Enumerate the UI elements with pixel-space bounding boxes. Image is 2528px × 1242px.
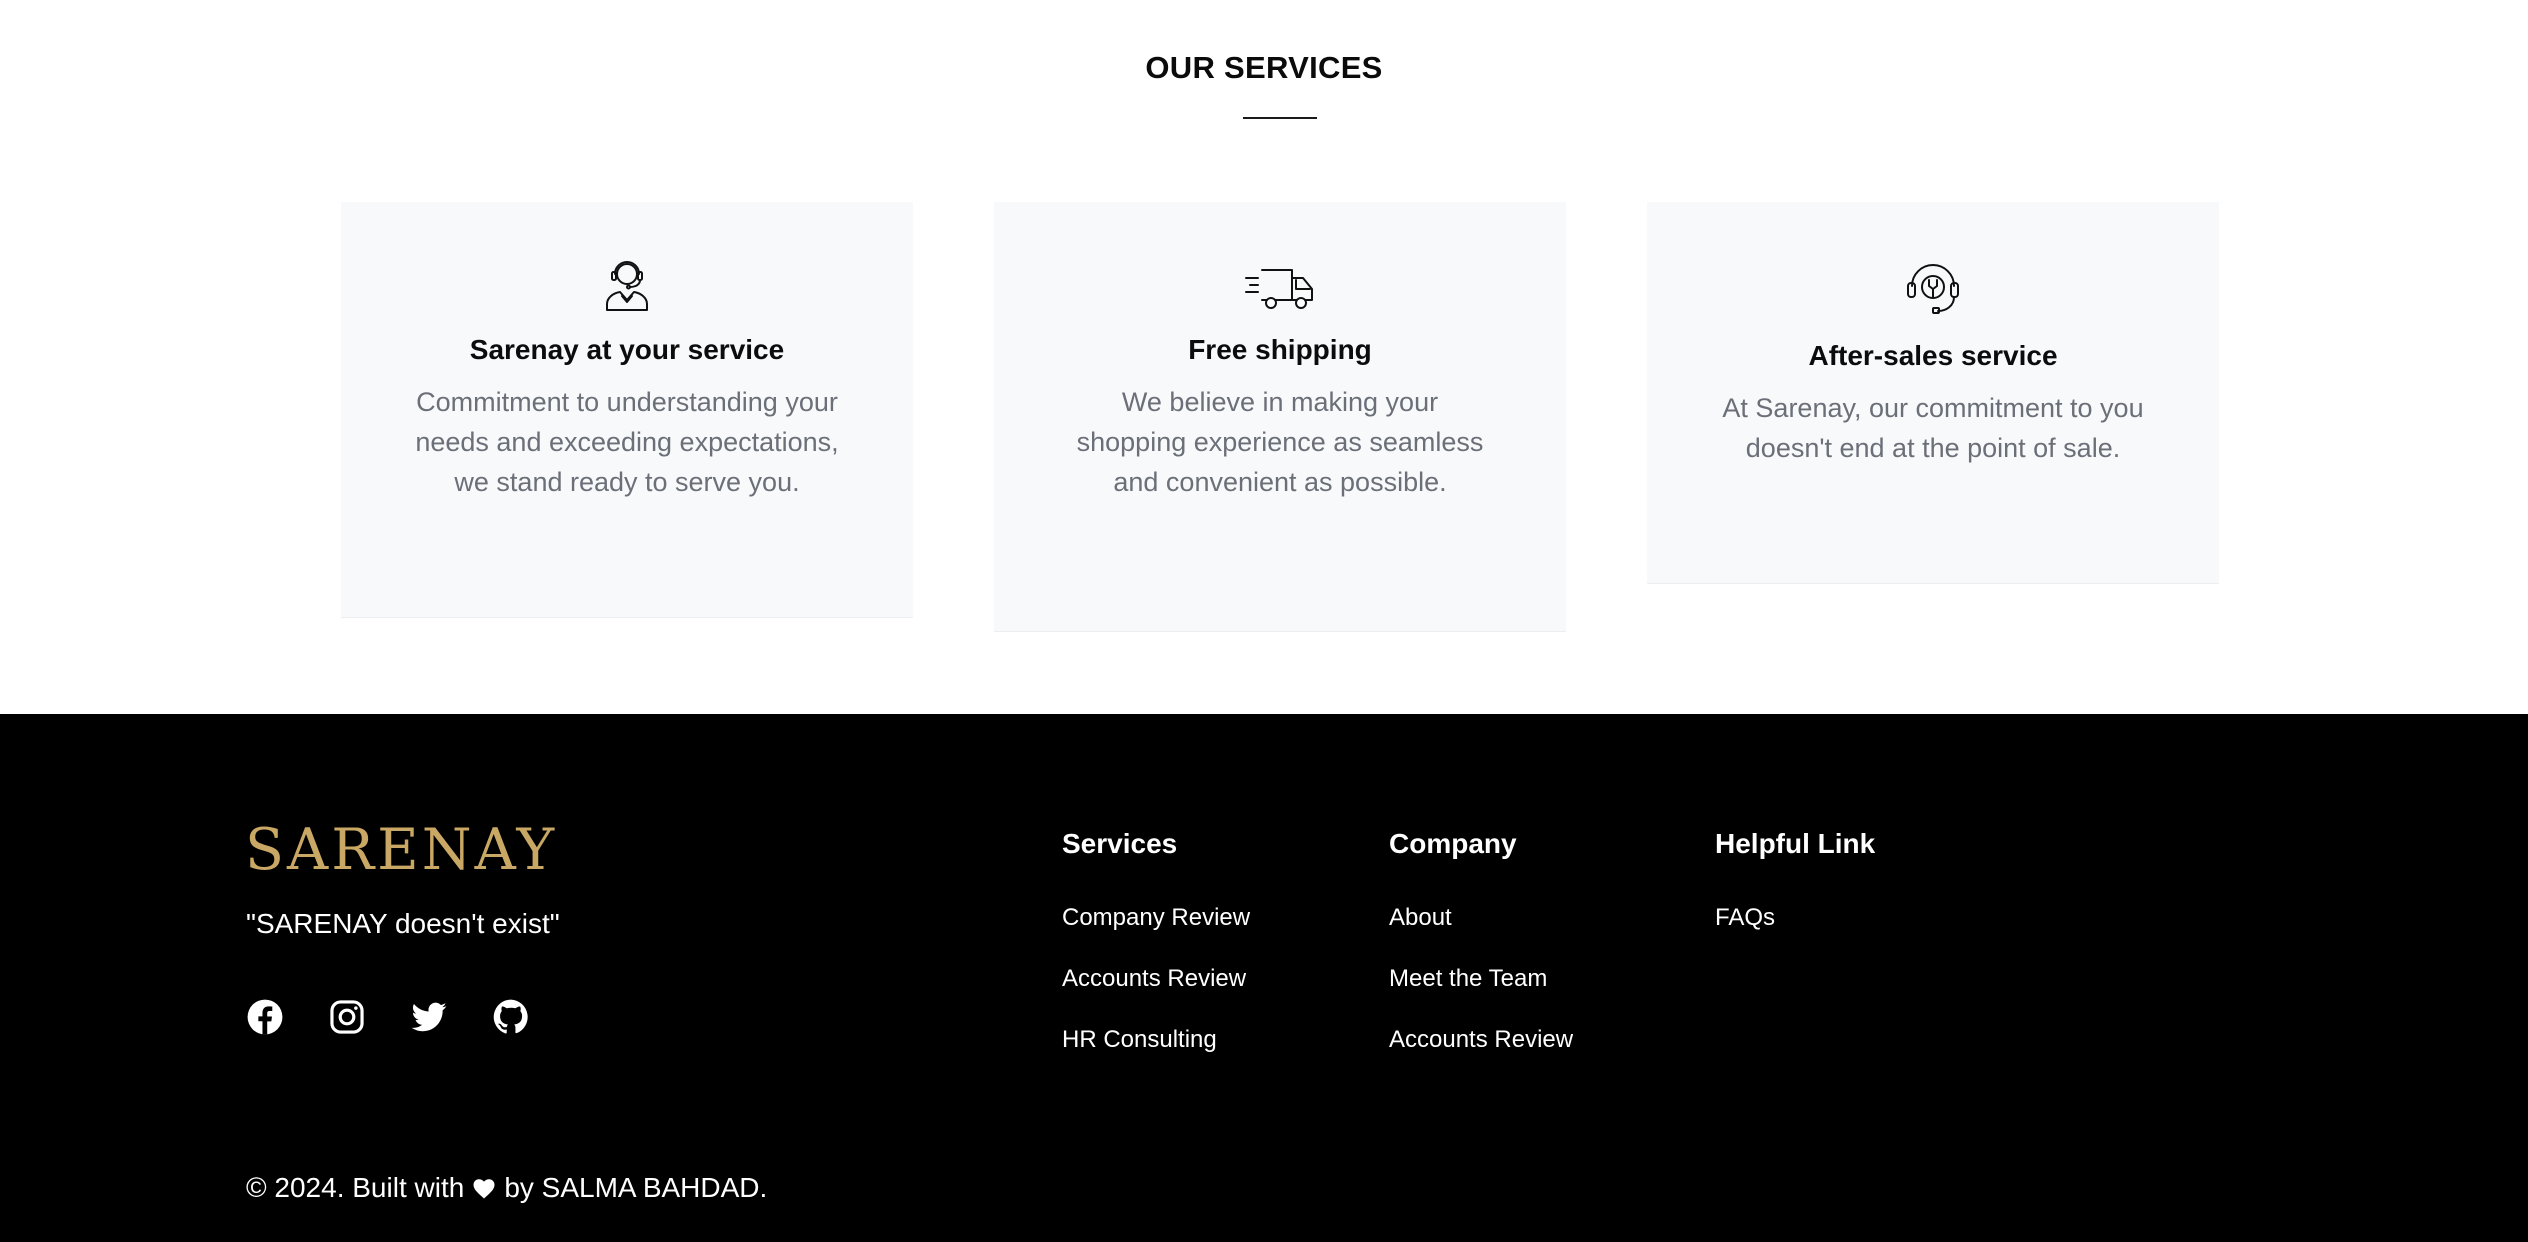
github-icon[interactable] [492, 998, 530, 1036]
heart-icon [473, 1179, 495, 1199]
footer-column-helpful-link: Helpful Link FAQs [1715, 828, 1875, 965]
footer-link-accounts-review[interactable]: Accounts Review [1062, 965, 1246, 992]
footer-column-company: Company About Meet the Team Accounts Rev… [1389, 828, 1573, 1087]
service-card-support: Sarenay at your service Commitment to un… [341, 202, 913, 618]
site-footer: SARENAY "SARENAY doesn't exist" Services… [0, 714, 2528, 1242]
footer-link-faqs[interactable]: FAQs [1715, 904, 1775, 931]
service-card-text: At Sarenay, our commitment to you doesn'… [1722, 393, 2144, 463]
footer-link-meet-the-team[interactable]: Meet the Team [1389, 965, 1547, 992]
footer-column-title: Company [1389, 828, 1517, 859]
title-underline [1243, 117, 1317, 119]
facebook-icon[interactable] [246, 998, 284, 1036]
headset-wrench-icon [1907, 264, 1959, 314]
service-card-title: After-sales service [1808, 340, 2058, 371]
footer-link-hr-consulting[interactable]: HR Consulting [1062, 1026, 1217, 1053]
footer-tagline: "SARENAY doesn't exist" [246, 908, 560, 939]
footer-link-accounts-review[interactable]: Accounts Review [1389, 1026, 1573, 1053]
social-links [246, 998, 530, 1036]
service-card-text: Commitment to understanding your needs a… [415, 387, 839, 497]
footer-link-company-review[interactable]: Company Review [1062, 904, 1250, 931]
service-card-after-sales: After-sales service At Sarenay, our comm… [1647, 202, 2219, 584]
footer-column-title: Helpful Link [1715, 828, 1876, 859]
footer-link-about[interactable]: About [1389, 904, 1452, 931]
twitter-icon[interactable] [410, 998, 448, 1036]
instagram-icon[interactable] [328, 998, 366, 1036]
services-title: OUR SERVICES [1145, 50, 1383, 85]
delivery-truck-icon [1245, 269, 1313, 309]
copyright-prefix: © 2024. Built with [246, 1172, 465, 1203]
footer-brand-logo[interactable]: SARENAY [245, 822, 557, 879]
copyright-notice: © 2024. Built with by SALMA BAHDAD. [246, 1172, 767, 1204]
copyright-suffix: by SALMA BAHDAD. [504, 1172, 768, 1203]
service-card-title: Free shipping [1188, 334, 1372, 365]
service-card-text: We believe in making your shopping exper… [1076, 387, 1484, 497]
footer-column-services: Services Company Review Accounts Review … [1062, 828, 1250, 1087]
footer-column-title: Services [1062, 828, 1178, 859]
service-card-title: Sarenay at your service [469, 334, 785, 365]
customer-support-agent-icon [606, 261, 648, 311]
service-card-shipping: Free shipping We believe in making your … [994, 202, 1566, 632]
services-section: OUR SERVICES Sarenay at your service Com… [0, 0, 2528, 714]
